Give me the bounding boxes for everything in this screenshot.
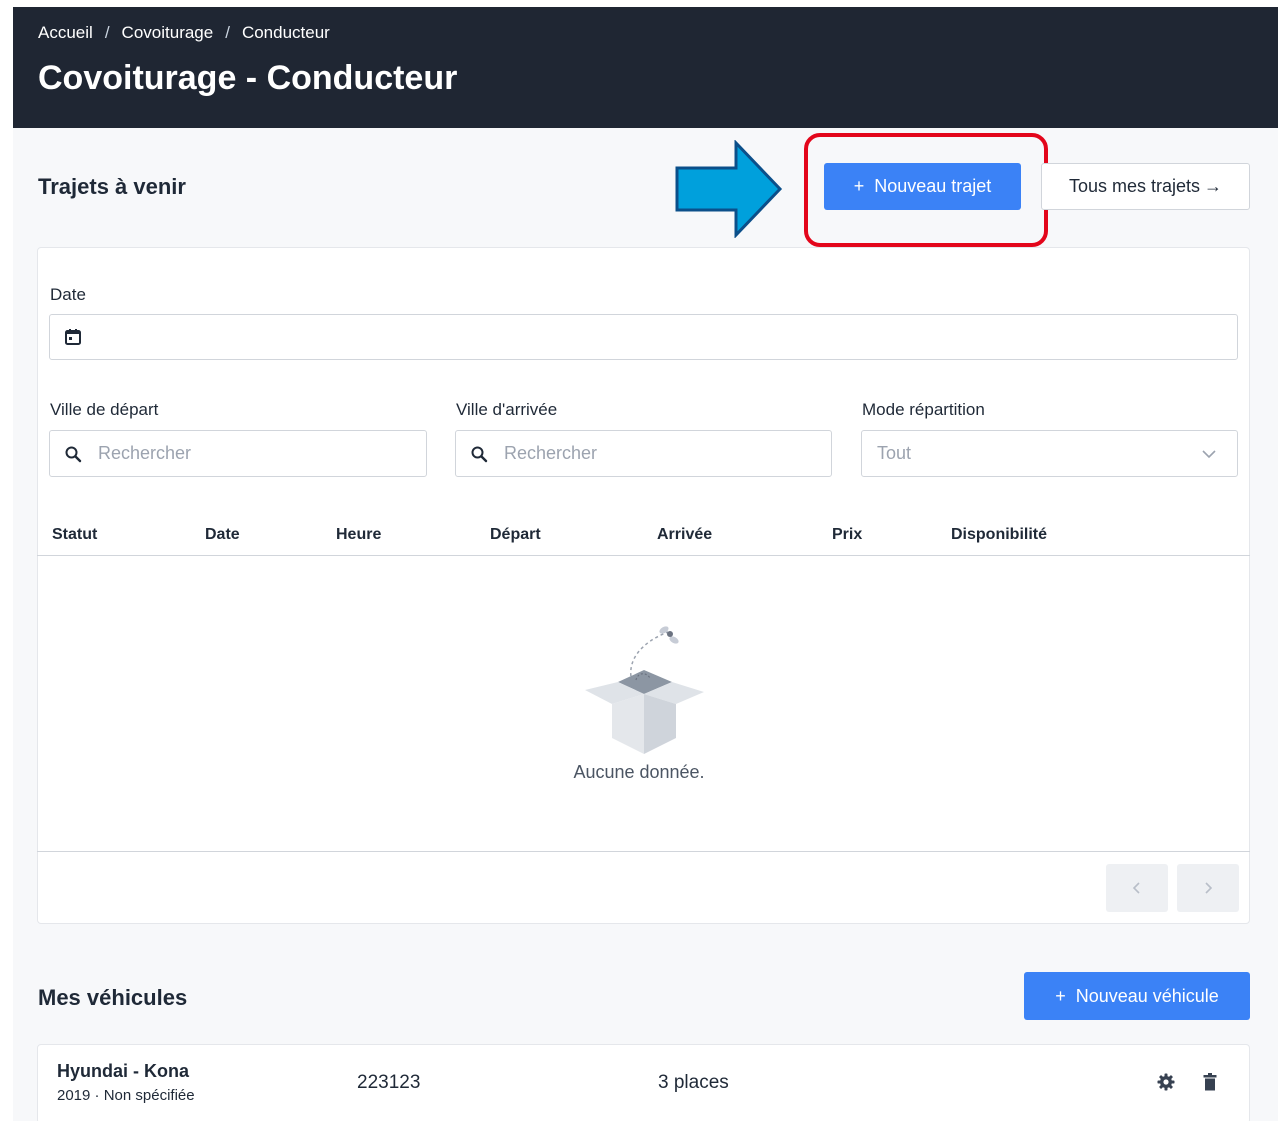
search-icon xyxy=(65,446,82,462)
pagination-divider xyxy=(37,851,1250,852)
column-header-time[interactable]: Heure xyxy=(336,526,381,544)
vehicle-name: Hyundai - Kona xyxy=(57,1061,190,1081)
page-title: Covoiturage - Conducteur xyxy=(38,59,458,97)
plus-icon: + xyxy=(1055,985,1066,1006)
annotation-arrow-icon xyxy=(675,140,783,238)
breadcrumb-item-home[interactable]: Accueil xyxy=(38,23,93,43)
page-header: Accueil / Covoiturage / Conducteur Covoi… xyxy=(13,7,1278,128)
column-header-availability[interactable]: Disponibilité xyxy=(951,526,1047,544)
breadcrumb-item-carpool[interactable]: Covoiturage xyxy=(122,23,214,43)
departure-city-label: Ville de départ xyxy=(50,400,159,419)
annotation-highlight-box xyxy=(804,133,1048,247)
vehicle-seats: 3 places xyxy=(658,1072,729,1093)
calendar-icon xyxy=(65,329,81,345)
departure-city-placeholder: Rechercher xyxy=(98,443,192,463)
distribution-mode-label: Mode répartition xyxy=(862,400,985,419)
breadcrumb-separator: / xyxy=(225,23,230,42)
distribution-mode-select[interactable]: Tout xyxy=(861,430,1238,477)
empty-state-text: Aucune donnée. xyxy=(573,762,705,782)
chevron-left-icon xyxy=(1132,882,1140,894)
gear-icon[interactable] xyxy=(1157,1073,1175,1091)
column-header-arrival[interactable]: Arrivée xyxy=(657,526,712,544)
arrow-right-icon: → xyxy=(1204,176,1223,196)
new-vehicle-button[interactable]: + Nouveau véhicule xyxy=(1024,972,1250,1020)
date-field[interactable] xyxy=(49,314,1238,360)
arrival-city-search-input[interactable]: Rechercher xyxy=(455,430,832,477)
previous-page-button[interactable] xyxy=(1106,864,1168,912)
vehicle-list-item xyxy=(37,1044,1250,1121)
chevron-down-icon xyxy=(1202,450,1216,459)
new-vehicle-button-label: Nouveau véhicule xyxy=(1075,985,1219,1006)
breadcrumb-item-driver: Conducteur xyxy=(241,23,330,42)
arrival-city-placeholder: Rechercher xyxy=(504,443,598,463)
column-header-date[interactable]: Date xyxy=(205,526,240,544)
arrival-city-label: Ville d'arrivée xyxy=(456,400,558,419)
column-header-status[interactable]: Statut xyxy=(52,526,97,544)
my-vehicles-title: Mes véhicules xyxy=(38,985,188,1010)
trips-table-header: Statut Date Heure Départ Arrivée Prix Di… xyxy=(37,518,1250,556)
column-header-departure[interactable]: Départ xyxy=(490,526,541,544)
chevron-right-icon xyxy=(1205,882,1213,894)
distribution-mode-value: Tout xyxy=(877,443,912,463)
next-page-button[interactable] xyxy=(1177,864,1239,912)
all-trips-button-label: Tous mes trajets xyxy=(1068,176,1201,196)
all-trips-button[interactable]: Tous mes trajets → xyxy=(1041,163,1250,210)
column-header-price[interactable]: Prix xyxy=(832,526,862,544)
search-icon xyxy=(471,446,488,462)
upcoming-trips-title: Trajets à venir xyxy=(38,174,186,199)
trash-icon[interactable] xyxy=(1203,1073,1217,1091)
vehicle-plate: 223123 xyxy=(357,1072,421,1093)
empty-box-icon xyxy=(585,626,704,754)
date-label: Date xyxy=(50,285,86,304)
vehicle-details: 2019 · Non spécifiée xyxy=(57,1087,195,1104)
breadcrumb-separator: / xyxy=(104,23,110,42)
departure-city-search-input[interactable]: Rechercher xyxy=(49,430,427,477)
breadcrumb: Accueil / Covoiturage / Conducteur xyxy=(38,23,330,43)
